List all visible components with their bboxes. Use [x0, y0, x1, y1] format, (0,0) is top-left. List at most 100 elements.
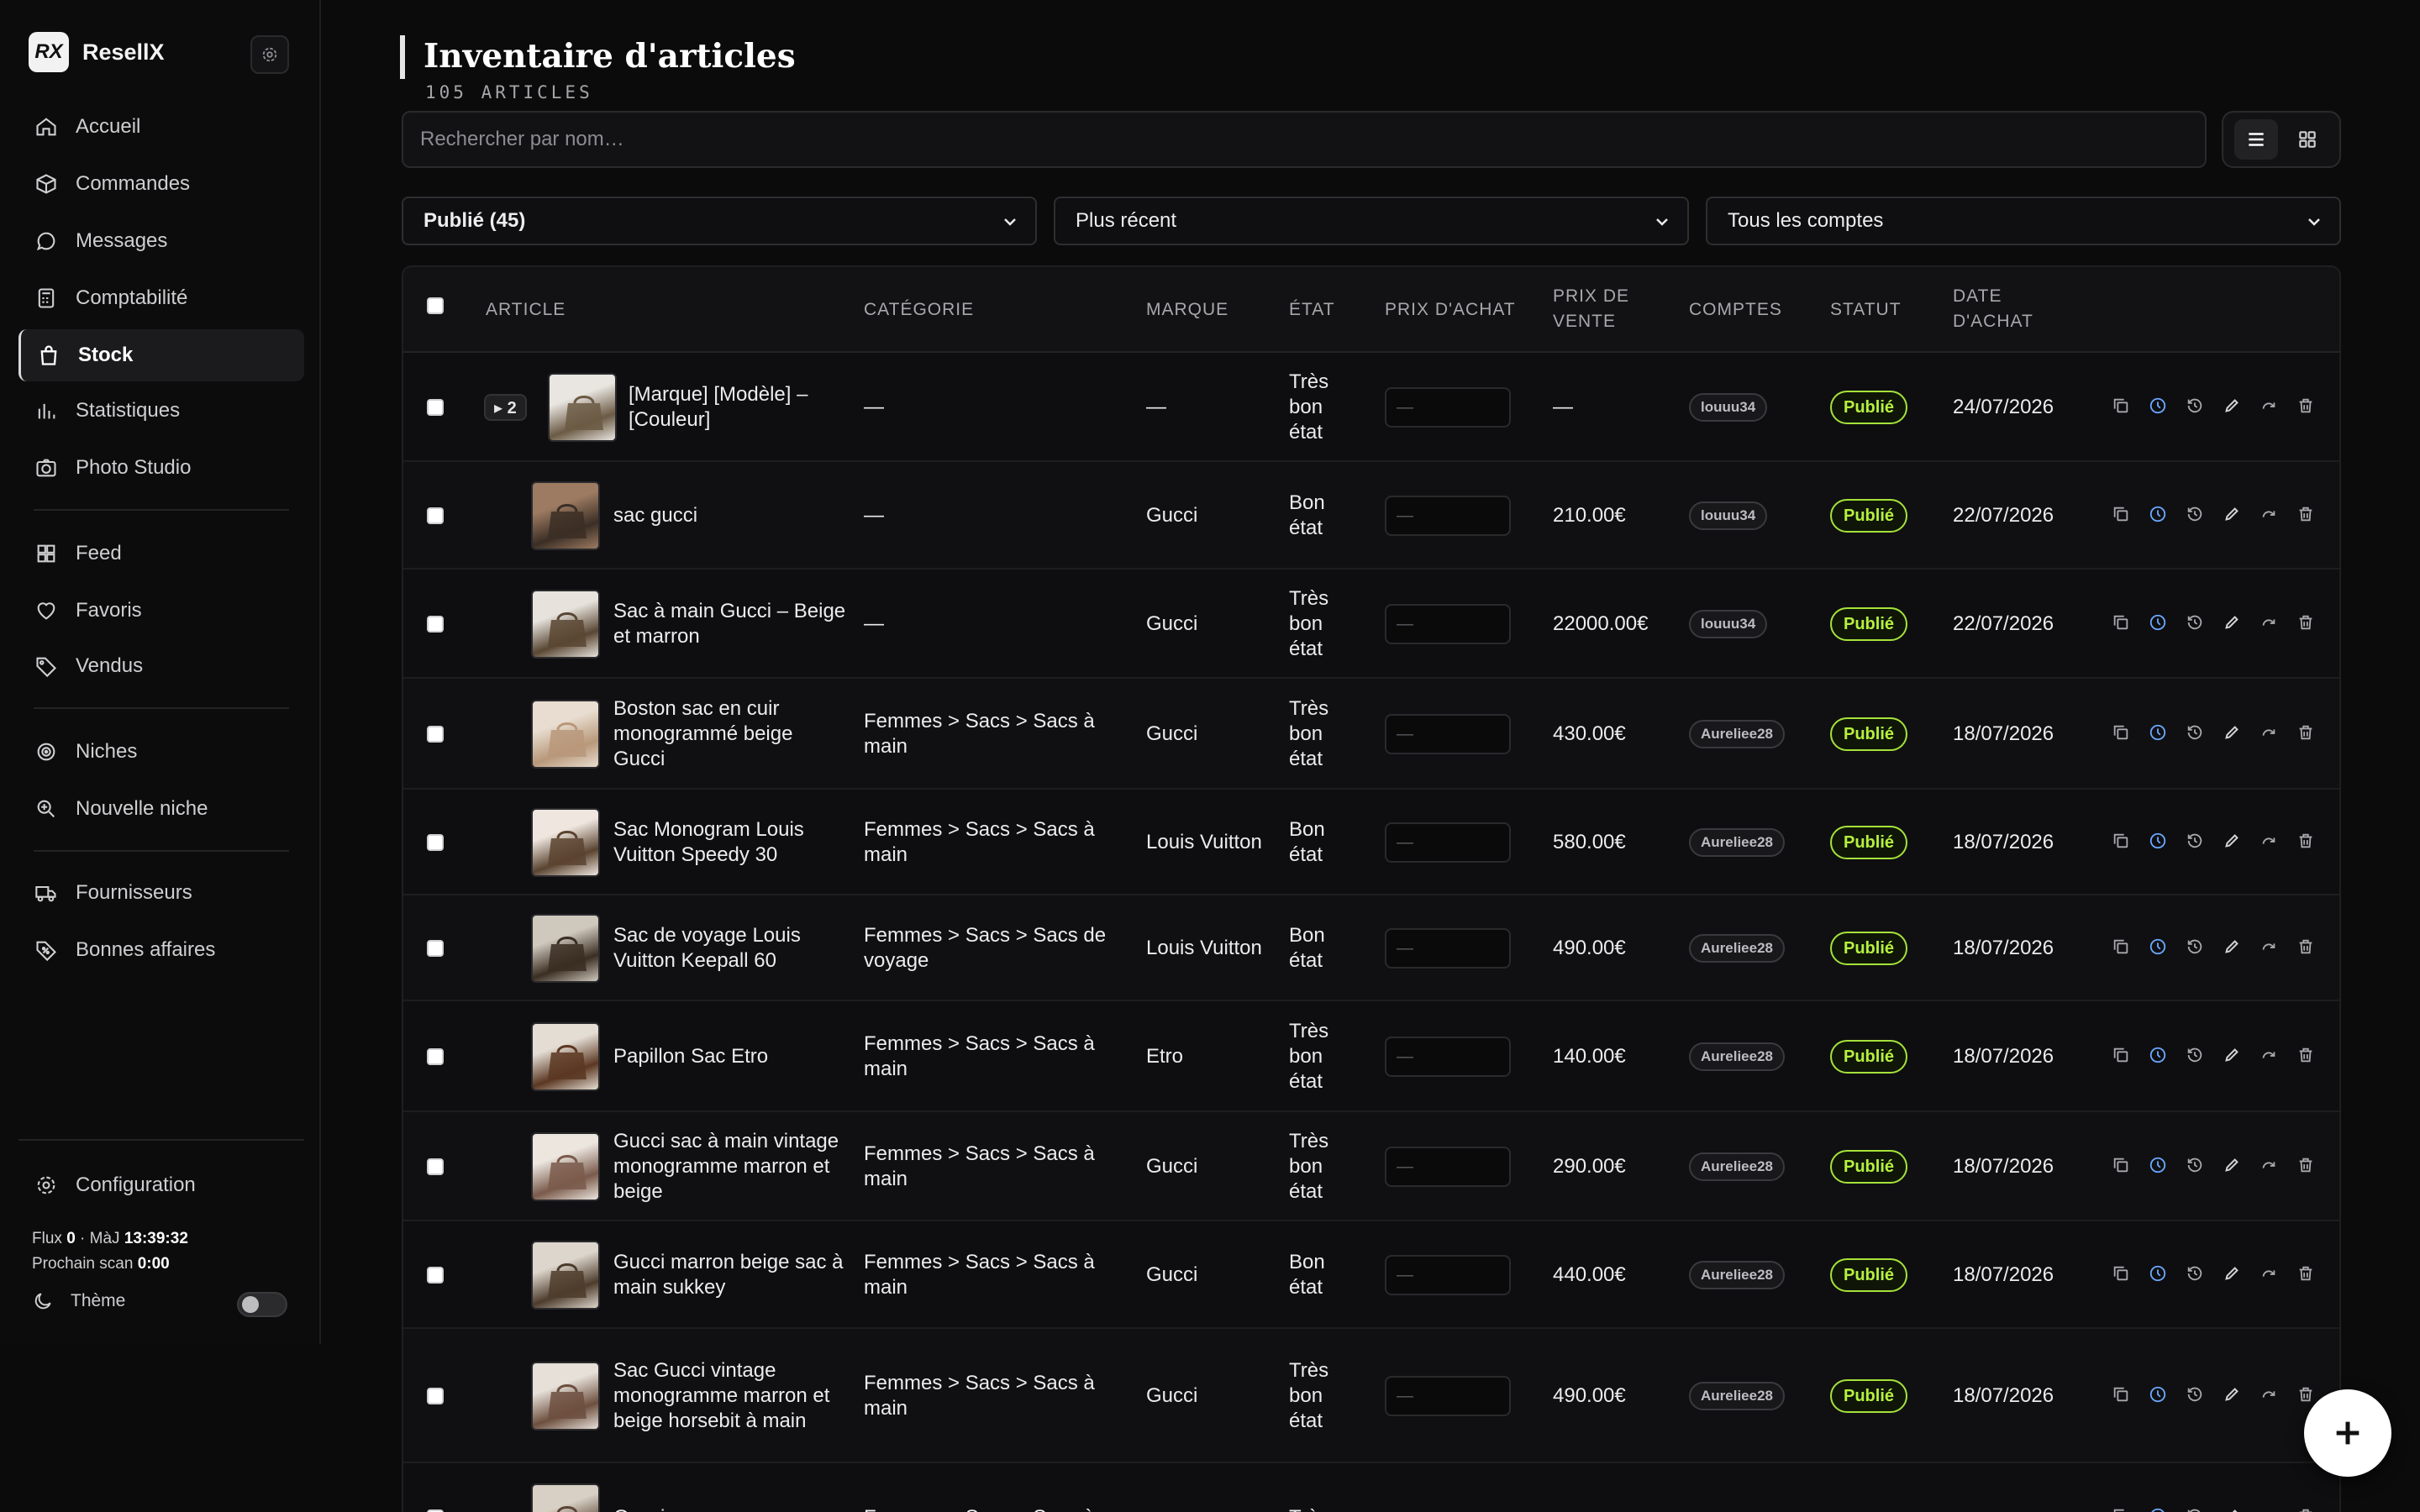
- row-checkbox[interactable]: [427, 726, 444, 743]
- sidebar-item-statistiques[interactable]: Statistiques: [18, 385, 304, 437]
- edit-button[interactable]: [2213, 716, 2250, 749]
- repost-button[interactable]: [2250, 1499, 2287, 1512]
- repost-button[interactable]: [2250, 1038, 2287, 1072]
- sidebar-item-nouvelle-niche[interactable]: Nouvelle niche: [18, 783, 304, 835]
- row-checkbox[interactable]: [427, 1267, 444, 1284]
- status-badge[interactable]: Publié: [1830, 607, 1908, 641]
- repost-button[interactable]: [2250, 930, 2287, 963]
- item-thumbnail[interactable]: [531, 590, 600, 659]
- schedule-button[interactable]: [2139, 1499, 2176, 1512]
- sidebar-item-feed[interactable]: Feed: [18, 528, 304, 580]
- delete-button[interactable]: [2287, 389, 2324, 423]
- status-badge[interactable]: Publié: [1830, 391, 1908, 424]
- repost-button[interactable]: [2250, 1148, 2287, 1182]
- repost-button[interactable]: [2250, 497, 2287, 531]
- group-expand-badge[interactable]: ▸ 2: [484, 394, 527, 421]
- sidebar-item-configuration[interactable]: Configuration: [18, 1159, 304, 1211]
- table-row[interactable]: Sac de voyage Louis Vuitton Keepall 60 Fe…: [403, 895, 2339, 1001]
- schedule-button[interactable]: [2139, 716, 2176, 749]
- edit-button[interactable]: [2213, 1378, 2250, 1411]
- schedule-button[interactable]: [2139, 1148, 2176, 1182]
- duplicate-button[interactable]: [2102, 716, 2139, 749]
- item-title[interactable]: Gucci sac à main vintage monogramme marr…: [613, 1112, 849, 1221]
- status-badge[interactable]: Publié: [1830, 932, 1908, 965]
- history-button[interactable]: [2176, 716, 2213, 749]
- duplicate-button[interactable]: [2102, 1257, 2139, 1290]
- duplicate-button[interactable]: [2102, 930, 2139, 963]
- item-title[interactable]: Gucci monogramme: [613, 1463, 849, 1512]
- item-thumbnail[interactable]: [548, 373, 617, 442]
- history-button[interactable]: [2176, 1257, 2213, 1290]
- column-header-prix-vente[interactable]: PRIX DE VENTE: [1553, 284, 1679, 334]
- item-title[interactable]: Sac de voyage Louis Vuitton Keepall 60: [613, 895, 849, 1001]
- item-thumbnail[interactable]: [531, 1483, 600, 1512]
- column-header-statut[interactable]: STATUT: [1830, 297, 1902, 323]
- purchase-price-input[interactable]: —: [1385, 1037, 1511, 1077]
- row-checkbox[interactable]: [427, 940, 444, 957]
- schedule-button[interactable]: [2139, 824, 2176, 858]
- delete-button[interactable]: [2287, 1257, 2324, 1290]
- item-title[interactable]: Sac Gucci vintage monogramme marron et b…: [613, 1329, 849, 1463]
- item-thumbnail[interactable]: [531, 1241, 600, 1310]
- status-badge[interactable]: Publié: [1830, 1379, 1908, 1413]
- grid-view-button[interactable]: [2286, 119, 2329, 160]
- sidebar-settings-button[interactable]: [250, 35, 289, 74]
- edit-button[interactable]: [2213, 930, 2250, 963]
- edit-button[interactable]: [2213, 497, 2250, 531]
- list-view-button[interactable]: [2233, 119, 2278, 160]
- item-title[interactable]: Papillon Sac Etro: [613, 1001, 849, 1112]
- history-button[interactable]: [2176, 930, 2213, 963]
- item-thumbnail[interactable]: [531, 481, 600, 550]
- table-row[interactable]: ▸ 2 [Marque] [Modèle] – [Couleur] — — Très …: [403, 353, 2339, 462]
- column-header-prix-achat[interactable]: PRIX D'ACHAT: [1385, 297, 1516, 323]
- sidebar-item-comptabilite[interactable]: Comptabilité: [18, 272, 304, 324]
- purchase-price-input[interactable]: —: [1385, 822, 1511, 863]
- repost-button[interactable]: [2250, 1378, 2287, 1411]
- sidebar-item-commandes[interactable]: Commandes: [18, 158, 304, 210]
- schedule-button[interactable]: [2139, 1038, 2176, 1072]
- purchase-price-input[interactable]: —: [1385, 1147, 1511, 1187]
- table-row[interactable]: Sac à main Gucci – Beige et marron — Gucci…: [403, 570, 2339, 679]
- sidebar-item-bonnes-affaires[interactable]: Bonnes affaires: [18, 924, 304, 976]
- item-thumbnail[interactable]: [531, 1022, 600, 1091]
- duplicate-button[interactable]: [2102, 497, 2139, 531]
- delete-button[interactable]: [2287, 1499, 2324, 1512]
- history-button[interactable]: [2176, 1038, 2213, 1072]
- sidebar-item-fournisseurs[interactable]: Fournisseurs: [18, 867, 304, 919]
- delete-button[interactable]: [2287, 497, 2324, 531]
- purchase-price-input[interactable]: —: [1385, 604, 1511, 644]
- edit-button[interactable]: [2213, 606, 2250, 639]
- duplicate-button[interactable]: [2102, 606, 2139, 639]
- schedule-button[interactable]: [2139, 497, 2176, 531]
- item-thumbnail[interactable]: [531, 1362, 600, 1431]
- edit-button[interactable]: [2213, 389, 2250, 423]
- search-input[interactable]: [402, 111, 2207, 168]
- history-button[interactable]: [2176, 1499, 2213, 1512]
- item-title[interactable]: [Marque] [Modèle] – [Couleur]: [629, 353, 849, 462]
- sidebar-item-messages[interactable]: Messages: [18, 215, 304, 267]
- item-thumbnail[interactable]: [531, 1132, 600, 1201]
- table-row[interactable]: Gucci marron beige sac à main sukkey Femm…: [403, 1221, 2339, 1329]
- row-checkbox[interactable]: [427, 507, 444, 524]
- edit-button[interactable]: [2213, 1257, 2250, 1290]
- table-row[interactable]: Sac Gucci vintage monogramme marron et b…: [403, 1329, 2339, 1463]
- delete-button[interactable]: [2287, 824, 2324, 858]
- duplicate-button[interactable]: [2102, 824, 2139, 858]
- brand[interactable]: RX ResellX: [29, 32, 165, 72]
- delete-button[interactable]: [2287, 716, 2324, 749]
- schedule-button[interactable]: [2139, 1378, 2176, 1411]
- row-checkbox[interactable]: [427, 399, 444, 416]
- repost-button[interactable]: [2250, 389, 2287, 423]
- repost-button[interactable]: [2250, 1257, 2287, 1290]
- purchase-price-input[interactable]: —: [1385, 714, 1511, 754]
- table-row[interactable]: Sac Monogram Louis Vuitton Speedy 30 Femm…: [403, 790, 2339, 895]
- table-row[interactable]: Boston sac en cuir monogrammé beige Gucc…: [403, 679, 2339, 790]
- history-button[interactable]: [2176, 1378, 2213, 1411]
- status-badge[interactable]: Publié: [1830, 717, 1908, 751]
- column-header-article[interactable]: ARTICLE: [486, 297, 566, 323]
- item-thumbnail[interactable]: [531, 808, 600, 877]
- table-row[interactable]: Gucci sac à main vintage monogramme marr…: [403, 1112, 2339, 1221]
- duplicate-button[interactable]: [2102, 1148, 2139, 1182]
- purchase-price-input[interactable]: —: [1385, 1255, 1511, 1295]
- sidebar-item-favoris[interactable]: Favoris: [18, 585, 304, 637]
